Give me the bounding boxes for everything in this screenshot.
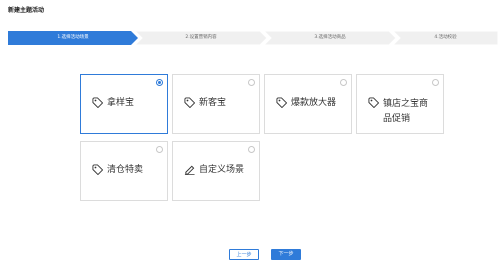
scene-radio[interactable] (248, 146, 255, 153)
scene-radio[interactable] (156, 79, 163, 86)
scene-label: 拿样宝 (107, 98, 135, 108)
scene-card-zhendian[interactable]: 镇店之宝商品促销 (356, 74, 444, 134)
scene-card-custom[interactable]: 自定义场景 (172, 141, 260, 201)
scene-card-qingcang[interactable]: 清仓特卖 (80, 141, 168, 201)
next-step-button[interactable]: 下一步 (271, 249, 301, 260)
step-label: 2.设置营销内容 (185, 35, 217, 40)
scene-label: 清仓特卖 (107, 165, 144, 175)
scene-radio[interactable] (248, 79, 255, 86)
step-progress-bar: 1.选择活动场景 2.设置营销内容 3.选择活动商品 4.活动校验 (8, 31, 498, 45)
page-title: 新建主题活动 (8, 7, 45, 14)
scene-radio[interactable] (432, 79, 439, 86)
scene-label: 自定义场景 (199, 165, 245, 175)
tag-icon (92, 164, 103, 175)
prev-step-button[interactable]: 上一步 (229, 249, 259, 260)
scene-label: 镇店之宝商品促销 (383, 99, 429, 124)
step-label: 1.选择活动场景 (57, 35, 89, 40)
tag-icon (184, 97, 195, 108)
step-1: 1.选择活动场景 (8, 31, 138, 45)
step-4: 4.活动校验 (393, 31, 498, 45)
tag-icon (276, 97, 287, 108)
tag-icon (92, 97, 103, 108)
scene-label: 新客宝 (199, 98, 227, 108)
scene-card-nayangbao[interactable]: 拿样宝 (80, 74, 168, 134)
scene-card-baokuan[interactable]: 爆款放大器 (264, 74, 352, 134)
step-3: 3.选择活动商品 (264, 31, 396, 45)
scene-card-xinkebao[interactable]: 新客宝 (172, 74, 260, 134)
scene-radio[interactable] (156, 146, 163, 153)
edit-icon (184, 165, 195, 175)
step-label: 4.活动校验 (434, 35, 457, 40)
step-2: 2.设置营销内容 (135, 31, 267, 45)
scene-radio[interactable] (340, 79, 347, 86)
scene-label: 爆款放大器 (291, 98, 337, 108)
step-label: 3.选择活动商品 (314, 35, 346, 40)
tag-icon (368, 97, 379, 108)
